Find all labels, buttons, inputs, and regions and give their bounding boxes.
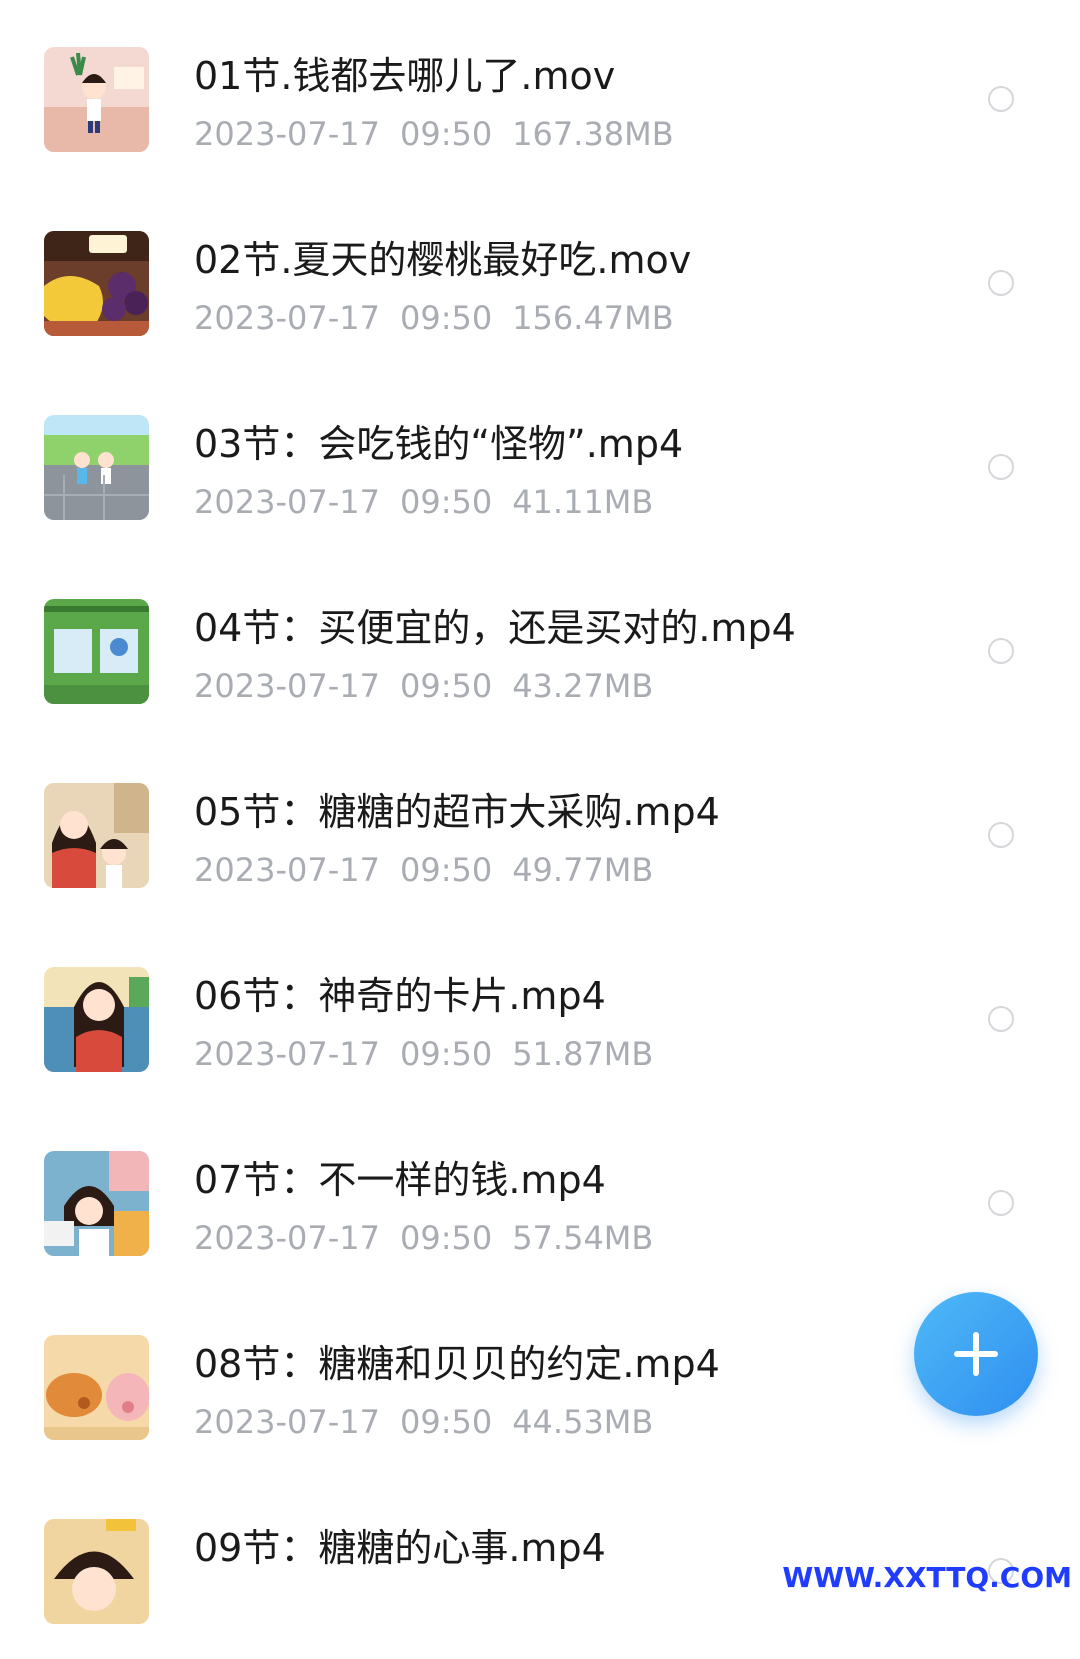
video-thumbnail [44, 47, 149, 152]
file-time: 09:50 [399, 1035, 493, 1073]
file-size: 44.53MB [512, 1403, 654, 1441]
video-thumbnail [44, 1151, 149, 1256]
video-thumbnail [44, 1335, 149, 1440]
file-meta: 2023-07-17 09:50 156.47MB [194, 298, 674, 338]
select-radio[interactable] [988, 270, 1014, 296]
file-time: 09:50 [399, 483, 493, 521]
file-meta: 2023-07-17 09:50 51.87MB [194, 1034, 653, 1074]
file-size: 167.38MB [512, 115, 674, 153]
file-size: 51.87MB [512, 1035, 654, 1073]
file-name: 03节：会吃钱的“怪物”.mp4 [194, 422, 684, 466]
file-date: 2023-07-17 [194, 667, 380, 705]
video-thumbnail [44, 599, 149, 704]
select-radio[interactable] [988, 1190, 1014, 1216]
file-meta: 2023-07-17 09:50 57.54MB [194, 1218, 653, 1258]
file-name: 01节.钱都去哪儿了.mov [194, 54, 616, 98]
select-radio[interactable] [988, 454, 1014, 480]
list-item[interactable]: 01节.钱都去哪儿了.mov 2023-07-17 09:50 167.38MB [0, 0, 1080, 187]
list-item[interactable]: 02节.夏天的樱桃最好吃.mov 2023-07-17 09:50 156.47MB [0, 184, 1080, 371]
add-button[interactable] [914, 1292, 1038, 1416]
video-thumbnail [44, 967, 149, 1072]
file-date: 2023-07-17 [194, 1219, 380, 1257]
select-radio[interactable] [988, 822, 1014, 848]
video-thumbnail [44, 415, 149, 520]
file-date: 2023-07-17 [194, 483, 380, 521]
file-date: 2023-07-17 [194, 299, 380, 337]
video-thumbnail [44, 783, 149, 888]
file-meta: 2023-07-17 09:50 41.11MB [194, 482, 653, 522]
file-date: 2023-07-17 [194, 115, 380, 153]
file-name: 08节：糖糖和贝贝的约定.mp4 [194, 1342, 720, 1386]
watermark: WWW.XXTTQ.COM [782, 1561, 1072, 1594]
file-size: 57.54MB [512, 1219, 654, 1257]
file-time: 09:50 [399, 115, 493, 153]
file-meta: 2023-07-17 09:50 167.38MB [194, 114, 674, 154]
file-name: 09节：糖糖的心事.mp4 [194, 1526, 606, 1570]
file-meta: 2023-07-17 09:50 49.77MB [194, 850, 653, 890]
file-size: 43.27MB [512, 667, 654, 705]
file-time: 09:50 [399, 299, 493, 337]
list-item[interactable]: 04节：买便宜的，还是买对的.mp4 2023-07-17 09:50 43.27M… [0, 552, 1080, 739]
list-item[interactable]: 03节：会吃钱的“怪物”.mp4 2023-07-17 09:50 41.11MB [0, 368, 1080, 555]
list-item[interactable]: 08节：糖糖和贝贝的约定.mp4 2023-07-17 09:50 44.53MB [0, 1288, 1080, 1475]
file-time: 09:50 [399, 1219, 493, 1257]
file-name: 02节.夏天的樱桃最好吃.mov [194, 238, 692, 282]
select-radio[interactable] [988, 86, 1014, 112]
list-item[interactable]: 07节：不一样的钱.mp4 2023-07-17 09:50 57.54MB [0, 1104, 1080, 1291]
file-meta: 2023-07-17 09:50 44.53MB [194, 1402, 653, 1442]
file-name: 05节：糖糖的超市大采购.mp4 [194, 790, 720, 834]
file-date: 2023-07-17 [194, 1403, 380, 1441]
video-thumbnail [44, 1519, 149, 1624]
file-date: 2023-07-17 [194, 851, 380, 889]
file-meta: 2023-07-17 09:50 43.27MB [194, 666, 653, 706]
file-time: 09:50 [399, 667, 493, 705]
file-size: 49.77MB [512, 851, 654, 889]
select-radio[interactable] [988, 1006, 1014, 1032]
file-name: 07节：不一样的钱.mp4 [194, 1158, 606, 1202]
file-size: 41.11MB [512, 483, 654, 521]
file-time: 09:50 [399, 851, 493, 889]
video-thumbnail [44, 231, 149, 336]
file-name: 06节：神奇的卡片.mp4 [194, 974, 606, 1018]
file-time: 09:50 [399, 1403, 493, 1441]
list-item[interactable]: 05节：糖糖的超市大采购.mp4 2023-07-17 09:50 49.77MB [0, 736, 1080, 923]
file-name: 04节：买便宜的，还是买对的.mp4 [194, 606, 796, 650]
file-size: 156.47MB [512, 299, 674, 337]
list-item[interactable]: 06节：神奇的卡片.mp4 2023-07-17 09:50 51.87MB [0, 920, 1080, 1107]
file-date: 2023-07-17 [194, 1035, 380, 1073]
select-radio[interactable] [988, 638, 1014, 664]
